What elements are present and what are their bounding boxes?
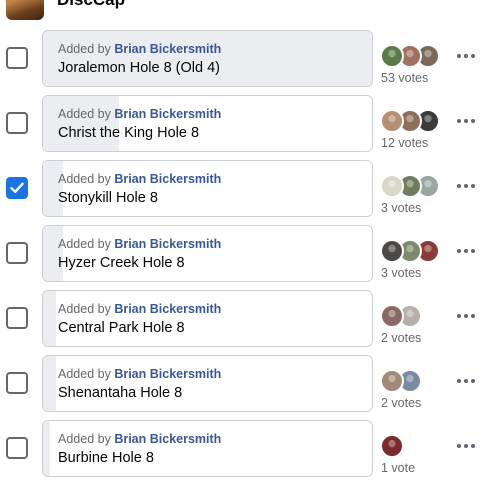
added-by-line: Added by Brian Bickersmith	[58, 172, 221, 186]
vote-count[interactable]: 2 votes	[381, 396, 421, 410]
voter-avatars[interactable]	[380, 369, 450, 393]
more-horizontal-icon[interactable]	[455, 48, 477, 64]
added-by-line: Added by Brian Bickersmith	[58, 302, 221, 316]
more-horizontal-icon[interactable]	[455, 113, 477, 129]
avatar	[380, 304, 404, 328]
poll-option-button[interactable]: Added by Brian Bickersmith Central Park …	[42, 290, 373, 347]
added-by-prefix: Added by	[58, 42, 111, 56]
voter-avatars[interactable]	[380, 174, 450, 198]
check-icon	[10, 182, 24, 193]
vote-share-bar	[43, 421, 50, 476]
poll-option-row: Added by Brian Bickersmith Hyzer Creek H…	[0, 225, 491, 290]
poll-option-row: Added by Brian Bickersmith Christ the Ki…	[0, 95, 491, 160]
poll-option-button[interactable]: Added by Brian Bickersmith Shenantaha Ho…	[42, 355, 373, 412]
vote-count[interactable]: 3 votes	[381, 266, 421, 280]
more-horizontal-icon[interactable]	[455, 438, 477, 454]
vote-share-bar	[43, 161, 63, 216]
avatar	[380, 174, 404, 198]
author-link[interactable]: Brian Bickersmith	[114, 107, 221, 121]
more-horizontal-icon[interactable]	[455, 308, 477, 324]
option-name: Stonykill Hole 8	[58, 190, 158, 206]
vote-checkbox[interactable]	[6, 112, 28, 134]
author-link[interactable]: Brian Bickersmith	[114, 237, 221, 251]
poll-option-row: Added by Brian Bickersmith Joralemon Hol…	[0, 30, 491, 95]
avatar	[380, 109, 404, 133]
added-by-line: Added by Brian Bickersmith	[58, 42, 221, 56]
voter-avatars[interactable]	[380, 304, 450, 328]
group-thumbnail[interactable]	[6, 0, 44, 20]
author-link[interactable]: Brian Bickersmith	[114, 367, 221, 381]
vote-share-bar	[43, 96, 119, 151]
option-name: Shenantaha Hole 8	[58, 385, 183, 401]
more-horizontal-icon[interactable]	[455, 373, 477, 389]
voter-avatars[interactable]	[380, 239, 450, 263]
vote-count[interactable]: 2 votes	[381, 331, 421, 345]
poll-option-button[interactable]: Added by Brian Bickersmith Hyzer Creek H…	[42, 225, 373, 282]
vote-share-bar	[43, 226, 63, 281]
added-by-line: Added by Brian Bickersmith	[58, 107, 221, 121]
author-link[interactable]: Brian Bickersmith	[114, 432, 221, 446]
added-by-prefix: Added by	[58, 237, 111, 251]
vote-checkbox[interactable]	[6, 372, 28, 394]
vote-checkbox[interactable]	[6, 47, 28, 69]
poll-option-row: Added by Brian Bickersmith Burbine Hole …	[0, 420, 491, 484]
poll-option-row: Added by Brian Bickersmith Stonykill Hol…	[0, 160, 491, 225]
vote-count[interactable]: 12 votes	[381, 136, 428, 150]
option-name: Central Park Hole 8	[58, 320, 185, 336]
poll-option-row: Added by Brian Bickersmith Shenantaha Ho…	[0, 355, 491, 420]
group-title[interactable]: DiscCap	[57, 0, 125, 10]
poll-option-button[interactable]: Added by Brian Bickersmith Christ the Ki…	[42, 95, 373, 152]
added-by-line: Added by Brian Bickersmith	[58, 432, 221, 446]
added-by-line: Added by Brian Bickersmith	[58, 237, 221, 251]
vote-count[interactable]: 1 vote	[381, 461, 415, 475]
vote-share-bar	[43, 356, 56, 411]
option-name: Joralemon Hole 8 (Old 4)	[58, 60, 220, 76]
vote-share-bar	[43, 291, 56, 346]
poll-option-button[interactable]: Added by Brian Bickersmith Stonykill Hol…	[42, 160, 373, 217]
voter-avatars[interactable]	[380, 434, 450, 458]
author-link[interactable]: Brian Bickersmith	[114, 302, 221, 316]
voter-avatars[interactable]	[380, 44, 450, 68]
avatar	[380, 239, 404, 263]
vote-share-bar	[43, 31, 372, 86]
vote-count[interactable]: 53 votes	[381, 71, 428, 85]
added-by-prefix: Added by	[58, 302, 111, 316]
option-name: Burbine Hole 8	[58, 450, 154, 466]
voter-avatars[interactable]	[380, 109, 450, 133]
poll-options: Added by Brian Bickersmith Joralemon Hol…	[0, 30, 491, 484]
added-by-line: Added by Brian Bickersmith	[58, 367, 221, 381]
added-by-prefix: Added by	[58, 432, 111, 446]
added-by-prefix: Added by	[58, 367, 111, 381]
vote-checkbox[interactable]	[6, 437, 28, 459]
vote-checkbox[interactable]	[6, 242, 28, 264]
avatar	[380, 44, 404, 68]
option-name: Christ the King Hole 8	[58, 125, 200, 141]
avatar	[380, 434, 404, 458]
avatar	[380, 369, 404, 393]
poll-option-row: Added by Brian Bickersmith Central Park …	[0, 290, 491, 355]
added-by-prefix: Added by	[58, 172, 111, 186]
author-link[interactable]: Brian Bickersmith	[114, 172, 221, 186]
author-link[interactable]: Brian Bickersmith	[114, 42, 221, 56]
group-header: DiscCap	[0, 0, 491, 24]
more-horizontal-icon[interactable]	[455, 178, 477, 194]
added-by-prefix: Added by	[58, 107, 111, 121]
vote-checkbox[interactable]	[6, 307, 28, 329]
more-horizontal-icon[interactable]	[455, 243, 477, 259]
vote-checkbox[interactable]	[6, 177, 28, 199]
option-name: Hyzer Creek Hole 8	[58, 255, 185, 271]
vote-count[interactable]: 3 votes	[381, 201, 421, 215]
poll-option-button[interactable]: Added by Brian Bickersmith Joralemon Hol…	[42, 30, 373, 87]
poll-option-button[interactable]: Added by Brian Bickersmith Burbine Hole …	[42, 420, 373, 477]
